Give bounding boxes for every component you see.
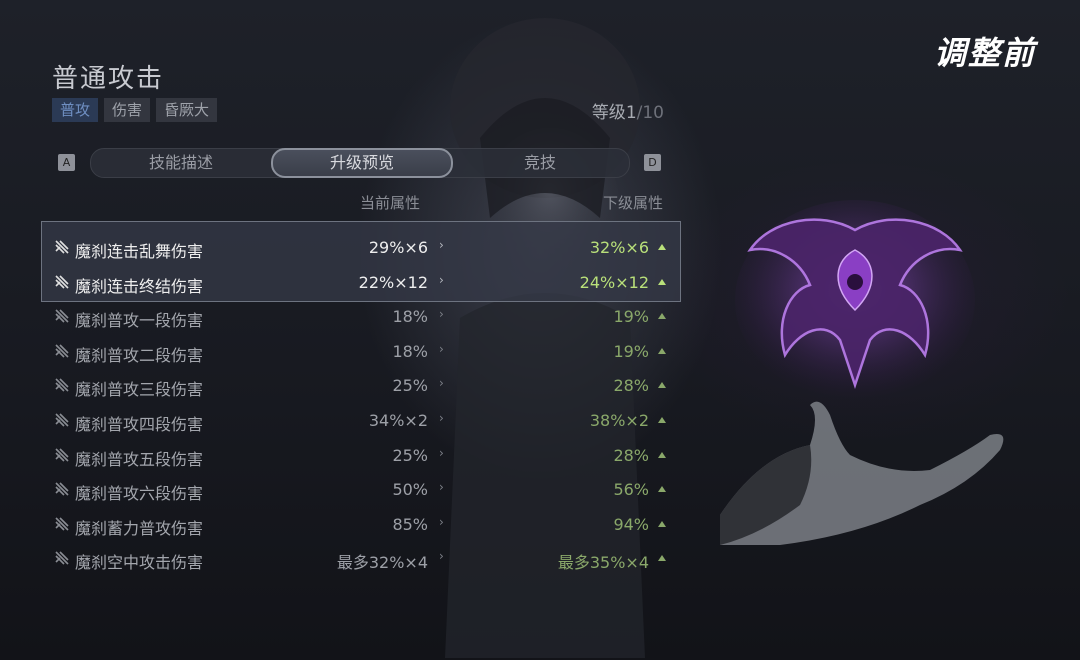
sword-icon	[54, 550, 70, 566]
attribute-name: 魔刹普攻二段伤害	[75, 345, 204, 365]
attribute-next-value: 94%	[613, 514, 649, 534]
table-row[interactable]: 魔刹普攻六段伤害 50% › 56%	[41, 472, 681, 507]
key-hint-d[interactable]: D	[644, 154, 661, 171]
hand-illustration	[720, 401, 1004, 545]
increase-arrow-icon	[658, 486, 666, 493]
attribute-current-value: 18%	[392, 341, 428, 361]
attribute-name: 魔刹蓄力普攻伤害	[75, 518, 204, 538]
table-row[interactable]: 魔刹蓄力普攻伤害 85% › 94%	[41, 507, 681, 542]
attribute-current-value: 18%	[392, 307, 428, 327]
level-label: 等级	[591, 103, 626, 123]
table-row[interactable]: 魔刹普攻五段伤害 25% › 28%	[41, 438, 681, 473]
table-row[interactable]: 魔刹连击乱舞伤害 29%×6 › 32%×6	[41, 230, 681, 265]
chevron-right-icon: ›	[439, 514, 444, 529]
chevron-right-icon: ›	[439, 272, 444, 287]
sword-icon	[54, 447, 70, 463]
increase-arrow-icon	[658, 416, 666, 423]
sword-icon	[54, 377, 70, 393]
table-row[interactable]: 魔刹空中攻击伤害 最多32%×4 › 最多35%×4	[41, 541, 681, 576]
increase-arrow-icon	[658, 520, 666, 527]
attribute-current-value: 25%	[392, 376, 428, 396]
skill-title: 普通攻击	[52, 64, 165, 94]
increase-arrow-icon	[658, 555, 666, 562]
skill-level: 等级1/10	[592, 98, 664, 123]
sword-icon	[54, 343, 70, 359]
level-total: /10	[636, 103, 664, 123]
attribute-name: 魔刹普攻一段伤害	[75, 311, 204, 331]
attribute-name: 魔刹连击终结伤害	[75, 276, 204, 296]
attribute-next-value: 最多35%×4	[557, 553, 649, 573]
tag-damage: 伤害	[104, 98, 151, 122]
attribute-current-value: 25%	[392, 445, 428, 465]
attribute-next-value: 28%	[613, 376, 649, 396]
increase-arrow-icon	[658, 382, 666, 389]
tab-bar: 技能描述 升级预览 竞技	[90, 148, 630, 178]
attribute-current-value: 22%×12	[358, 272, 428, 292]
tab-arena[interactable]: 竞技	[451, 149, 629, 177]
key-hint-a[interactable]: A	[58, 154, 75, 171]
increase-arrow-icon	[658, 278, 666, 285]
sword-icon	[54, 274, 70, 290]
table-row[interactable]: 魔刹普攻一段伤害 18% › 19%	[41, 299, 681, 334]
corner-title: 调整前	[933, 34, 1036, 72]
attribute-current-value: 34%×2	[368, 410, 428, 430]
attribute-list: 魔刹连击乱舞伤害 29%×6 › 32%×6 魔刹连击终结伤害 22%×12 › 24%×12…	[41, 230, 681, 576]
table-row[interactable]: 魔刹连击终结伤害 22%×12 › 24%×12	[41, 265, 681, 300]
chevron-right-icon: ›	[439, 549, 444, 564]
increase-arrow-icon	[658, 313, 666, 320]
sword-icon	[54, 516, 70, 532]
sword-icon	[54, 412, 70, 428]
attribute-name: 魔刹普攻五段伤害	[75, 449, 204, 469]
column-current-header: 当前属性	[360, 194, 421, 212]
table-row[interactable]: 魔刹普攻二段伤害 18% › 19%	[41, 334, 681, 369]
attribute-next-value: 19%	[613, 341, 649, 361]
table-row[interactable]: 魔刹普攻四段伤害 34%×2 › 38%×2	[41, 403, 681, 438]
tag-stun: 昏厥大	[156, 98, 218, 122]
chevron-right-icon: ›	[439, 376, 444, 391]
attribute-name: 魔刹普攻六段伤害	[75, 484, 204, 504]
attribute-next-value: 19%	[613, 307, 649, 327]
attribute-current-value: 29%×6	[368, 238, 428, 257]
tab-upgrade-preview[interactable]: 升级预览	[271, 148, 453, 178]
attribute-next-value: 38%×2	[589, 410, 649, 430]
chevron-right-icon: ›	[439, 445, 444, 460]
attribute-next-value: 28%	[613, 445, 649, 465]
increase-arrow-icon	[658, 451, 666, 458]
column-next-header: 下级属性	[603, 194, 664, 212]
attribute-current-value: 85%	[392, 514, 428, 534]
increase-arrow-icon	[658, 244, 666, 250]
attribute-name: 魔刹普攻四段伤害	[75, 414, 204, 434]
sword-icon	[54, 481, 70, 497]
attribute-next-value: 56%	[613, 480, 649, 500]
attribute-name: 魔刹空中攻击伤害	[75, 553, 204, 573]
attribute-current-value: 50%	[392, 480, 428, 500]
tab-skill-description[interactable]: 技能描述	[91, 149, 271, 177]
attribute-name: 魔刹普攻三段伤害	[75, 380, 204, 400]
attribute-name: 魔刹连击乱舞伤害	[75, 242, 204, 261]
chevron-right-icon: ›	[439, 238, 444, 252]
tag-normal-attack: 普攻	[52, 98, 99, 122]
sword-icon	[54, 239, 70, 255]
chevron-right-icon: ›	[439, 480, 444, 495]
sword-icon	[54, 308, 70, 324]
chevron-right-icon: ›	[439, 341, 444, 356]
table-row[interactable]: 魔刹普攻三段伤害 25% › 28%	[41, 368, 681, 403]
chevron-right-icon: ›	[439, 410, 444, 425]
increase-arrow-icon	[658, 347, 666, 354]
chevron-right-icon: ›	[439, 307, 444, 322]
attribute-current-value: 最多32%×4	[336, 553, 428, 573]
attribute-next-value: 24%×12	[579, 272, 649, 292]
attribute-next-value: 32%×6	[589, 238, 649, 257]
skill-tags: 普攻 伤害 昏厥大	[52, 98, 218, 122]
level-current: 1	[625, 103, 637, 123]
emblem-icon	[735, 200, 975, 400]
